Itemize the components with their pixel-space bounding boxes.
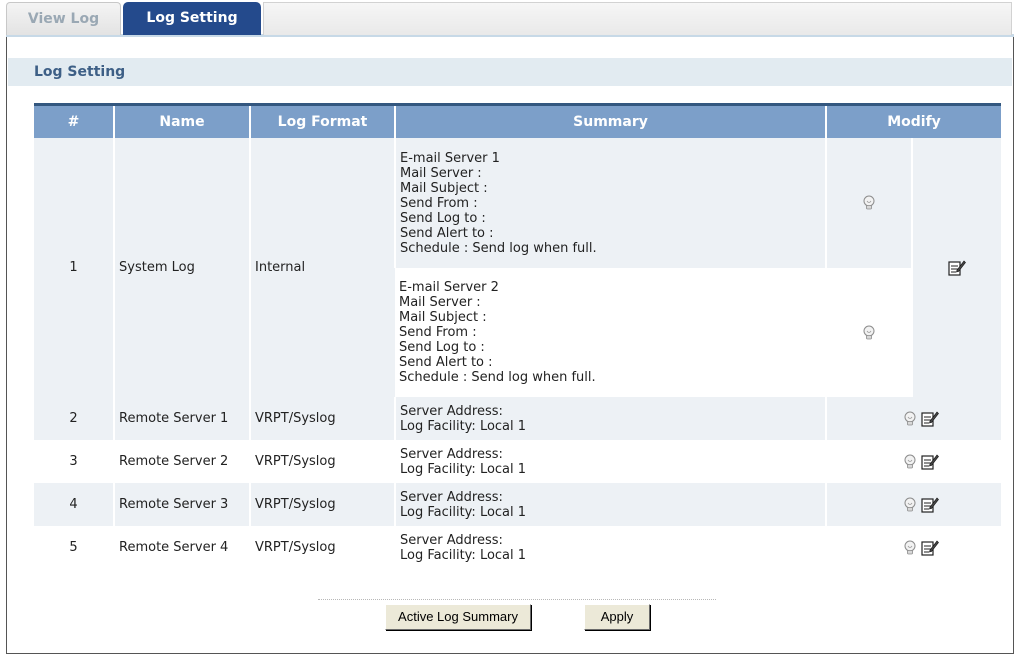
row-log-format: Internal <box>249 138 395 397</box>
modify-cell <box>825 483 1001 526</box>
summary-line: Send Log to : <box>399 340 485 355</box>
summary-line: Server Address: <box>400 532 503 548</box>
row-name: Remote Server 4 <box>113 526 250 569</box>
modify-cell <box>825 440 1001 483</box>
row-number: 3 <box>34 440 114 483</box>
tab-log-setting[interactable]: Log Setting <box>123 2 261 35</box>
summary-line: E-mail Server 2 <box>399 280 499 295</box>
summary-line: Server Address: <box>400 403 503 419</box>
summary-line: Log Facility: Local 1 <box>400 547 527 563</box>
row-name: System Log <box>113 138 250 397</box>
row-number: 4 <box>34 483 114 526</box>
row-summary: Server Address: Log Facility: Local 1 <box>394 483 826 526</box>
lightbulb-icon[interactable] <box>903 540 917 556</box>
summary-line: Send From : <box>400 195 478 211</box>
lightbulb-icon[interactable] <box>862 325 876 341</box>
row-log-format: VRPT/Syslog <box>249 440 395 483</box>
row-log-format: VRPT/Syslog <box>249 483 395 526</box>
summary-line: Send Alert to : <box>399 355 493 370</box>
table-row: 3 Remote Server 2 VRPT/Syslog Server Add… <box>34 440 1001 483</box>
row-summary-email-server-2: E-mail Server 2 Mail Server : Mail Subje… <box>395 268 826 397</box>
lightbulb-icon[interactable] <box>903 497 917 513</box>
table-row: 1 System Log Internal E-mail Server 1 Ma… <box>34 138 1001 397</box>
row-name: Remote Server 3 <box>113 483 250 526</box>
row-number: 5 <box>34 526 114 569</box>
lightbulb-icon[interactable] <box>903 454 917 470</box>
row-name: Remote Server 1 <box>113 397 250 440</box>
summary-line: E-mail Server 1 <box>400 150 500 166</box>
modify-cell <box>825 268 912 397</box>
section-title: Log Setting <box>8 58 1012 86</box>
summary-line: Send From : <box>399 325 477 340</box>
table-row: 4 Remote Server 3 VRPT/Syslog Server Add… <box>34 483 1001 526</box>
summary-line: Send Alert to : <box>400 225 494 241</box>
row-name: Remote Server 2 <box>113 440 250 483</box>
summary-line: Mail Subject : <box>399 310 487 325</box>
apply-button[interactable]: Apply <box>584 604 650 630</box>
row-summary: Server Address: Log Facility: Local 1 <box>394 440 826 483</box>
summary-line: Schedule : Send log when full. <box>399 370 596 385</box>
tab-bar-filler <box>263 2 1012 35</box>
log-setting-table: # Name Log Format Summary Modify 1 Syste… <box>34 103 1001 569</box>
table-header-row: # Name Log Format Summary Modify <box>34 103 1001 138</box>
summary-line: Mail Subject : <box>400 180 488 196</box>
edit-icon[interactable] <box>921 453 939 470</box>
header-summary: Summary <box>394 103 826 138</box>
modify-cell <box>825 526 1001 569</box>
summary-line: Server Address: <box>400 446 503 462</box>
summary-line: Mail Server : <box>400 165 482 181</box>
active-log-summary-button[interactable]: Active Log Summary <box>385 604 531 630</box>
summary-line: Server Address: <box>400 489 503 505</box>
modify-cell <box>911 138 1001 397</box>
edit-icon[interactable] <box>921 410 939 427</box>
modify-cell <box>825 397 1001 440</box>
row-summary-email-server-1: E-mail Server 1 Mail Server : Mail Subje… <box>394 138 826 268</box>
button-row-divider <box>318 599 716 600</box>
row-summary: Server Address: Log Facility: Local 1 <box>394 397 826 440</box>
header-log-format: Log Format <box>249 103 395 138</box>
summary-line: Log Facility: Local 1 <box>400 461 527 477</box>
lightbulb-icon[interactable] <box>862 195 876 211</box>
row-summary: Server Address: Log Facility: Local 1 <box>394 526 826 569</box>
header-modify: Modify <box>825 103 1001 138</box>
table-row: 2 Remote Server 1 VRPT/Syslog Server Add… <box>34 397 1001 440</box>
summary-line: Log Facility: Local 1 <box>400 504 527 520</box>
row-number: 1 <box>34 138 114 397</box>
summary-line: Schedule : Send log when full. <box>400 240 597 256</box>
summary-line: Mail Server : <box>399 295 481 310</box>
tab-bar: View Log Log Setting <box>6 0 1014 37</box>
edit-icon[interactable] <box>921 496 939 513</box>
row-log-format: VRPT/Syslog <box>249 526 395 569</box>
summary-line: Log Facility: Local 1 <box>400 418 527 434</box>
header-number: # <box>34 103 114 138</box>
row-log-format: VRPT/Syslog <box>249 397 395 440</box>
edit-icon[interactable] <box>921 539 939 556</box>
header-name: Name <box>113 103 250 138</box>
tab-view-log[interactable]: View Log <box>6 2 121 35</box>
summary-line: Send Log to : <box>400 210 486 226</box>
row-number: 2 <box>34 397 114 440</box>
lightbulb-icon[interactable] <box>903 411 917 427</box>
table-row: 5 Remote Server 4 VRPT/Syslog Server Add… <box>34 526 1001 569</box>
edit-icon[interactable] <box>948 259 966 276</box>
modify-cell <box>825 138 912 268</box>
